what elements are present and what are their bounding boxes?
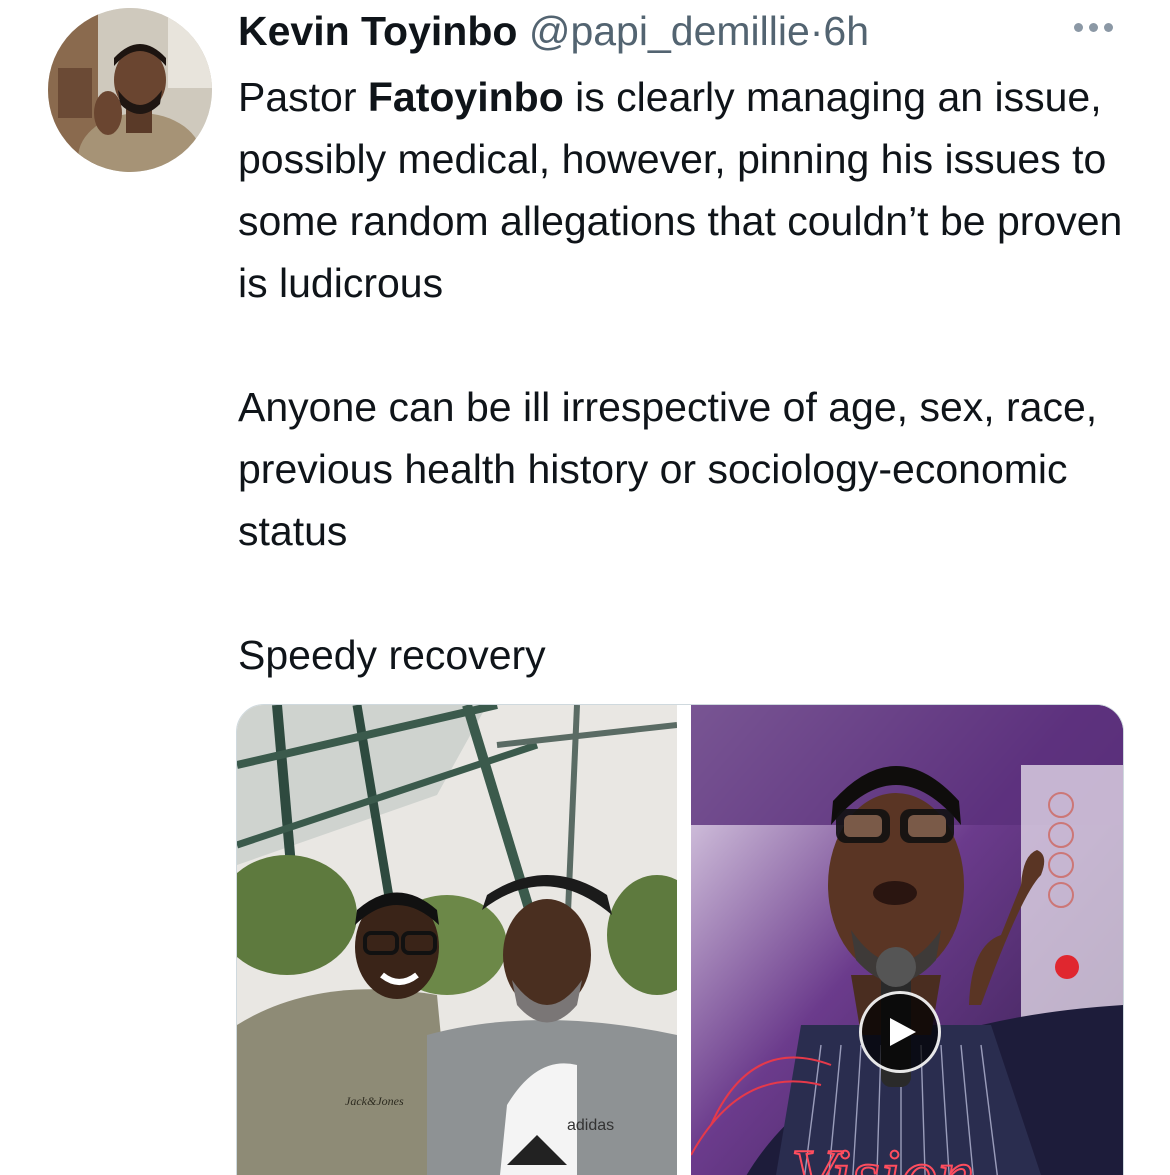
tweet-paragraph-1: Pastor Fatoyinbo is clearly managing an … [238, 66, 1138, 314]
text-segment: Pastor [238, 74, 368, 120]
video-thumbnail-image: Vision [690, 705, 1123, 1175]
author-handle[interactable]: @papi_demillie [529, 8, 810, 54]
tweet-header: Kevin Toyinbo @papi_demillie·6h [238, 6, 869, 56]
play-icon [890, 1018, 916, 1046]
photo-selfie[interactable]: adidas Jack&Jones [237, 705, 707, 1175]
tweet-paragraph-2: Anyone can be ill irrespective of age, s… [238, 384, 1098, 554]
author-name[interactable]: Kevin Toyinbo [238, 8, 517, 54]
vision-logo-text: Vision [791, 1135, 975, 1175]
tweet[interactable]: Kevin Toyinbo @papi_demillie·6h Pastor F… [0, 0, 1170, 1175]
adidas-logo-text: adidas [567, 1117, 614, 1134]
video-thumbnail[interactable]: Vision [690, 705, 1123, 1175]
tweet-text: Pastor Fatoyinbo is clearly managing an … [238, 66, 1138, 686]
media-grid[interactable]: adidas Jack&Jones [236, 704, 1124, 1175]
play-button[interactable] [859, 991, 941, 1073]
tweet-paragraph-3: Speedy recovery [238, 632, 546, 678]
selfie-image: adidas Jack&Jones [237, 705, 707, 1175]
timestamp[interactable]: 6h [823, 8, 869, 54]
more-options-button[interactable] [1068, 12, 1120, 42]
ellipsis-icon [1074, 23, 1083, 32]
bold-name: Fatoyinbo [367, 74, 564, 120]
header-separator: · [809, 8, 824, 54]
hoodie-logo-text: Jack&Jones [345, 1094, 404, 1108]
avatar[interactable] [48, 8, 212, 172]
avatar-photo [48, 8, 212, 172]
ellipsis-dot [1104, 23, 1113, 32]
ellipsis-dot [1089, 23, 1098, 32]
